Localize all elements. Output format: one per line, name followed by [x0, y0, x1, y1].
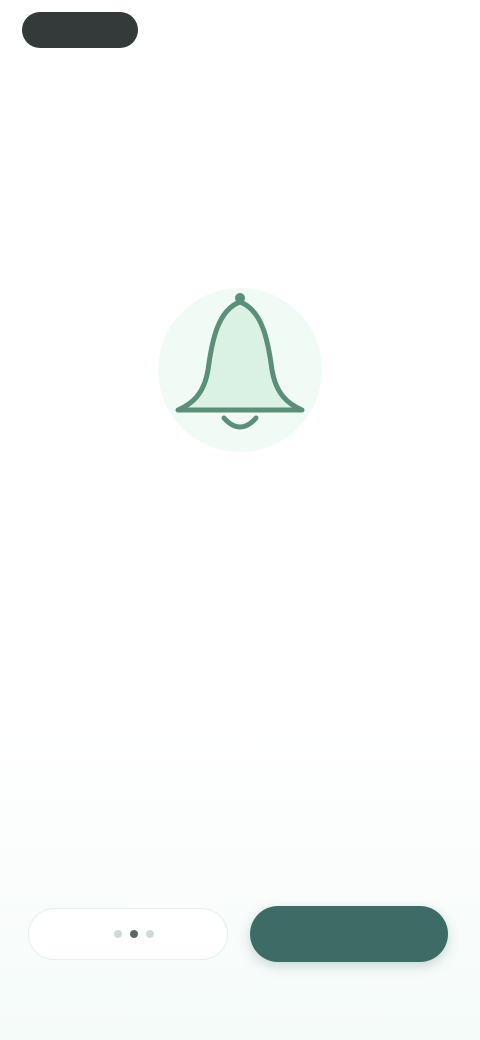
page-dot: [114, 930, 122, 938]
back-button[interactable]: [28, 908, 228, 960]
continue-button[interactable]: [250, 906, 448, 962]
onboarding-screen: [0, 0, 480, 1040]
page-indicator: [114, 930, 154, 938]
bell-icon: [158, 288, 322, 452]
bell-top: [235, 293, 245, 303]
skip-link[interactable]: [384, 20, 440, 40]
page-dot: [146, 930, 154, 938]
page-dot: [130, 930, 138, 938]
top-left-pill[interactable]: [22, 12, 138, 48]
